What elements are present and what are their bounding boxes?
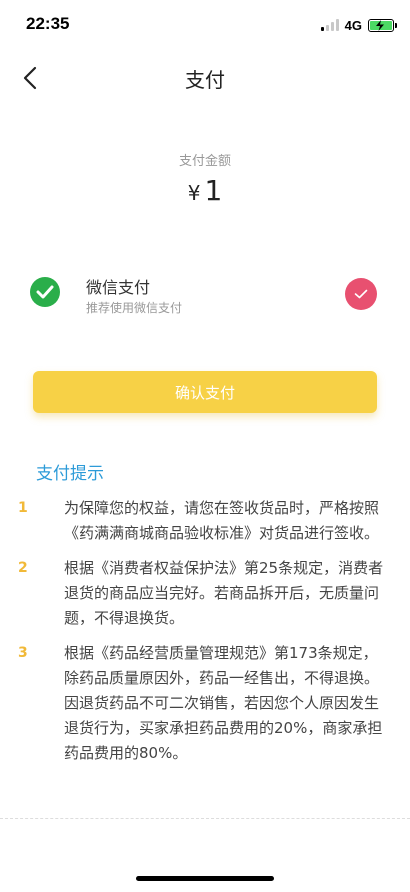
list-item: 1 为保障您的权益，请您在签收货品时，严格按照《药满满商城商品验收标准》对货品进… — [0, 496, 410, 546]
status-indicators: 4G — [320, 16, 397, 34]
amount-label: 支付金额 — [178, 154, 231, 169]
tips-title: 支付提示 — [36, 464, 104, 484]
selected-check-icon[interactable] — [345, 278, 377, 310]
payment-method-subtitle: 推荐使用微信支付 — [86, 301, 183, 315]
amount-display: ¥1 — [0, 174, 410, 207]
page-title: 支付 — [185, 68, 225, 92]
tip-number: 3 — [18, 645, 28, 661]
list-item: 2 根据《消费者权益保护法》第25条规定，消费者退货的商品应当完好。若商品拆开后… — [0, 556, 410, 631]
divider — [0, 818, 410, 819]
tip-number: 1 — [18, 500, 28, 516]
currency-symbol: ¥ — [187, 181, 201, 205]
status-time: 22:35 — [26, 14, 70, 33]
amount-value: 1 — [204, 174, 223, 207]
payment-method-name: 微信支付 — [86, 278, 151, 297]
battery-icon — [368, 18, 397, 32]
status-bar: 22:35 4G — [0, 0, 410, 50]
tip-text: 根据《药品经营质量管理规范》第173条规定，除药品质量原因外，药品一经售出，不得… — [64, 644, 383, 762]
network-type: 4G — [344, 17, 362, 33]
wechat-icon — [30, 277, 60, 307]
signal-icon — [320, 19, 339, 31]
nav-bar: 支付 — [0, 50, 410, 106]
list-item: 3 根据《药品经营质量管理规范》第173条规定，除药品质量原因外，药品一经售出，… — [0, 641, 410, 766]
payment-method-wechat[interactable]: 微信支付 推荐使用微信支付 — [0, 262, 410, 326]
home-indicator[interactable] — [136, 876, 274, 881]
tips-list: 1 为保障您的权益，请您在签收货品时，严格按照《药满满商城商品验收标准》对货品进… — [0, 496, 410, 776]
confirm-payment-button[interactable]: 确认支付 — [33, 371, 377, 413]
tip-text: 根据《消费者权益保护法》第25条规定，消费者退货的商品应当完好。若商品拆开后，无… — [64, 559, 384, 627]
tip-text: 为保障您的权益，请您在签收货品时，严格按照《药满满商城商品验收标准》对货品进行签… — [64, 499, 380, 542]
tip-number: 2 — [18, 560, 28, 576]
